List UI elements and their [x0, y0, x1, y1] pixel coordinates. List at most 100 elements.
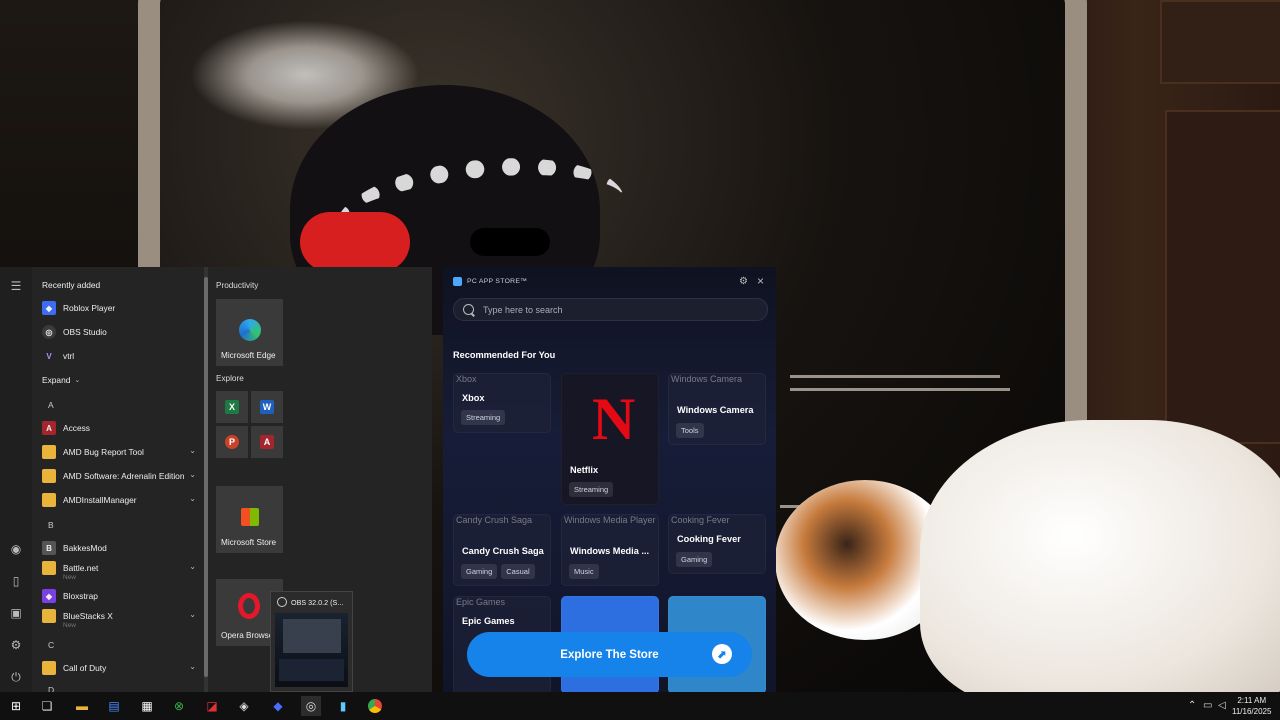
bloxstrap-icon: ◆ [42, 589, 56, 603]
file-explorer-icon[interactable]: ▬ [72, 696, 92, 716]
category-tag: Gaming [461, 564, 498, 579]
chrome-logo [368, 699, 382, 713]
documents-icon[interactable]: ▯ [9, 574, 23, 588]
pc-app-store-window: PC APP STORE™ ⚙ × Recommended For You Xb… [443, 267, 776, 692]
microsoft-store-icon[interactable]: ▦ [137, 696, 157, 716]
list-item-label: Access [63, 423, 90, 433]
broken-image-alt: Xbox [456, 374, 477, 384]
folder-icon [42, 493, 56, 507]
bluestacks-icon[interactable]: ▤ [104, 696, 124, 716]
amd-icon[interactable]: ◪ [202, 696, 222, 716]
roblox-icon[interactable]: ◆ [268, 696, 288, 716]
list-item-label: AMD Software: Adrenalin Edition [63, 471, 185, 481]
list-item-obs[interactable]: ◎ OBS Studio [42, 323, 202, 341]
list-item-label: AMD Bug Report Tool [63, 447, 144, 457]
oven-rack [790, 388, 1010, 391]
tile-access[interactable]: A [251, 426, 283, 458]
obs-taskbar-preview[interactable]: OBS 32.0.2 (S... [270, 591, 353, 692]
tile-label: Microsoft Edge [221, 351, 276, 360]
steam-icon[interactable]: ◈ [234, 696, 254, 716]
tile-microsoft-store[interactable]: Microsoft Store [216, 486, 283, 553]
obs-preview-label: OBS 32.0.2 (S... [291, 597, 344, 607]
obs-icon: ◎ [42, 325, 56, 339]
letter-header[interactable]: B [48, 520, 54, 530]
oven-rack [790, 375, 1000, 378]
obs-preview-title: OBS 32.0.2 (S... [277, 597, 343, 607]
folder-icon [42, 469, 56, 483]
app-list: Recently added ◆ Roblox Player ◎ OBS Stu… [34, 267, 206, 692]
hamburger-menu-icon[interactable]: ☰ [9, 279, 23, 293]
tile-powerpoint[interactable]: P [216, 426, 248, 458]
app-card-windows-camera[interactable]: Windows Camera Windows Camera Tools [668, 373, 766, 445]
list-item-amd-software[interactable]: AMD Software: Adrenalin Edition ⌄ [42, 467, 202, 485]
app-name: Netflix [570, 465, 599, 475]
chrome-icon[interactable] [365, 696, 385, 716]
xbox-icon[interactable]: ⊗ [169, 696, 189, 716]
category-tag: Casual [501, 564, 535, 579]
app-card-netflix[interactable]: N Netflix Streaming [561, 373, 659, 505]
list-item-vtrl[interactable]: V vtrl [42, 347, 202, 365]
app-card-cooking-fever[interactable]: Cooking Fever Cooking Fever Gaming [668, 514, 766, 574]
category-tag: Gaming [676, 552, 713, 567]
tile-excel[interactable]: X [216, 391, 248, 423]
volume-icon[interactable]: ◁ [1218, 700, 1226, 711]
app-card-xbox[interactable]: Xbox Xbox Streaming [453, 373, 551, 433]
broken-image-alt: Windows Camera [671, 374, 743, 384]
store-search[interactable] [453, 298, 768, 321]
list-item-label: vtrl [63, 351, 75, 361]
recommended-heading: Recommended For You [453, 350, 556, 360]
explore-store-button[interactable]: Explore The Store ⬈ [467, 632, 752, 677]
mustache [470, 228, 550, 256]
list-item-roblox[interactable]: ◆ Roblox Player [42, 299, 202, 317]
app-card-windows-media-player[interactable]: Windows Media Player Windows Media ... M… [561, 514, 659, 586]
list-item-amd-bug-report[interactable]: AMD Bug Report Tool ⌄ [42, 443, 202, 461]
list-item-battlenet[interactable]: Battle.net New ⌄ [42, 559, 202, 581]
app-name: Xbox [462, 393, 485, 403]
network-icon[interactable]: ▭ [1203, 700, 1212, 711]
list-item-call-of-duty[interactable]: Call of Duty ⌄ [42, 659, 202, 677]
system-clock[interactable]: 2:11 AM 11/16/2025 [1232, 695, 1271, 717]
new-badge: New [63, 574, 77, 581]
obs-icon[interactable]: ◎ [301, 696, 321, 716]
letter-header[interactable]: A [48, 400, 54, 410]
settings-gear-icon[interactable]: ⚙ [739, 276, 748, 287]
clock-date: 11/16/2025 [1232, 707, 1272, 716]
list-item-access[interactable]: A Access [42, 419, 202, 437]
netflix-logo-icon: N [592, 386, 636, 452]
app-card-candy-crush[interactable]: Candy Crush Saga Candy Crush Saga Gaming… [453, 514, 551, 586]
user-account-icon[interactable]: ◉ [9, 542, 23, 556]
scrollbar[interactable] [204, 267, 208, 692]
roblox-icon: ◆ [42, 301, 56, 315]
power-icon[interactable]: ⏻ [9, 670, 23, 684]
windows-start-icon[interactable]: ⊞ [6, 696, 26, 716]
list-item-bloxstrap[interactable]: ◆ Bloxstrap [42, 587, 202, 605]
tile-microsoft-edge[interactable]: Microsoft Edge [216, 299, 283, 366]
list-item-bluestacks[interactable]: BlueStacks X New ⌄ [42, 607, 202, 629]
pictures-icon[interactable]: ▣ [9, 606, 23, 620]
broken-image-alt: Windows Media Player [564, 515, 656, 525]
opera-icon [238, 593, 260, 619]
tile-word[interactable]: W [251, 391, 283, 423]
category-tag: Streaming [569, 482, 614, 497]
expand-button[interactable]: Expand ⌄ [42, 371, 202, 389]
search-icon [463, 304, 474, 315]
list-item-amd-install[interactable]: AMDInstallManager ⌄ [42, 491, 202, 509]
group-title-productivity: Productivity [216, 281, 259, 290]
start-menu: ☰ ◉ ▯ ▣ ⚙ ⏻ Recently added ◆ Roblox Play… [0, 267, 432, 692]
letter-header[interactable]: D [48, 685, 54, 692]
task-view-icon[interactable]: ❏ [37, 696, 57, 716]
settings-gear-icon[interactable]: ⚙ [9, 638, 23, 652]
scroll-thumb[interactable] [204, 277, 208, 677]
close-icon[interactable]: × [757, 274, 764, 288]
folder-icon [42, 561, 56, 575]
app-store-logo-icon [453, 277, 462, 286]
letter-header[interactable]: C [48, 640, 54, 650]
category-tag: Streaming [461, 410, 506, 425]
list-item-bakkesmod[interactable]: B BakkesMod [42, 539, 202, 557]
chevron-up-icon[interactable]: ⌃ [1188, 700, 1196, 711]
search-input[interactable] [481, 303, 755, 316]
pc-app-store-icon[interactable]: ▮ [333, 696, 353, 716]
app-name: Cooking Fever [677, 534, 741, 544]
chevron-down-icon: ⌄ [189, 562, 196, 571]
taskbar: ⊞ ❏ ▬ ▤ ▦ ⊗ ◪ ◈ ◆ ◎ ▮ ⌃ ▭ ◁ 2:11 AM 11/1… [0, 692, 1280, 720]
